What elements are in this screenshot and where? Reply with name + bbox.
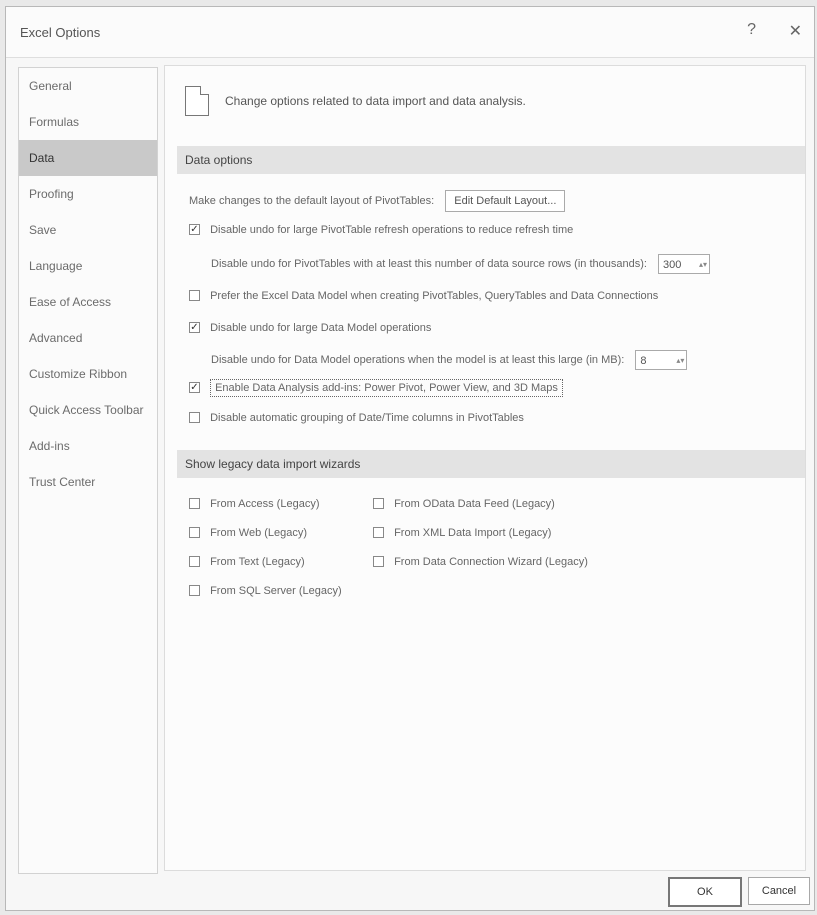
window-title: Excel Options (20, 25, 101, 40)
help-button[interactable]: ? (747, 21, 756, 39)
legacy-access-checkbox[interactable] (189, 497, 200, 509)
legacy-odata-checkbox[interactable] (373, 497, 384, 509)
sidebar-item-customize-ribbon[interactable]: Customize Ribbon (19, 356, 157, 392)
close-button[interactable]: ✕ (789, 21, 802, 41)
disable-grouping-row[interactable]: Disable automatic grouping of Date/Time … (189, 411, 524, 424)
legacy-sql-server-label: From SQL Server (Legacy) (210, 585, 342, 597)
sidebar-item-add-ins[interactable]: Add-ins (19, 428, 157, 464)
legacy-odata-label: From OData Data Feed (Legacy) (394, 498, 555, 510)
title-bar: Excel Options ? ✕ (6, 7, 814, 58)
edit-default-layout-button[interactable]: Edit Default Layout... (445, 190, 566, 212)
data-model-size-stepper[interactable]: 8 (635, 350, 688, 371)
sidebar-item-trust-center[interactable]: Trust Center (19, 464, 157, 500)
sidebar-item-language[interactable]: Language (19, 248, 157, 284)
legacy-web-checkbox[interactable] (189, 526, 200, 538)
data-model-size-row: Disable undo for Data Model operations w… (211, 350, 688, 371)
options-sidebar: General Formulas Data Proofing Save Lang… (18, 67, 158, 874)
legacy-web-label: From Web (Legacy) (210, 527, 308, 539)
legacy-text-label: From Text (Legacy) (210, 556, 305, 568)
default-layout-label: Make changes to the default layout of Pi… (189, 195, 435, 207)
cancel-button[interactable]: Cancel (748, 877, 810, 905)
sidebar-item-save[interactable]: Save (19, 212, 157, 248)
data-options-icon (185, 86, 209, 116)
page-description: Change options related to data import an… (225, 94, 526, 108)
sidebar-item-general[interactable]: General (19, 68, 157, 104)
pivot-rows-stepper[interactable]: 300 (658, 254, 711, 275)
sidebar-item-proofing[interactable]: Proofing (19, 176, 157, 212)
undo-pivot-checkbox[interactable] (189, 223, 200, 235)
data-model-size-label: Disable undo for Data Model operations w… (211, 353, 625, 366)
legacy-item-web[interactable]: From Web (Legacy) (189, 526, 308, 539)
legacy-sql-server-checkbox[interactable] (189, 584, 200, 596)
excel-options-dialog: Excel Options ? ✕ General Formulas Data … (5, 6, 815, 911)
undo-data-model-row[interactable]: Disable undo for large Data Model operat… (189, 321, 432, 334)
legacy-wizards-section-title: Show legacy data import wizards (177, 450, 805, 478)
sidebar-item-data[interactable]: Data (19, 140, 157, 176)
enable-addins-label: Enable Data Analysis add-ins: Power Pivo… (210, 379, 563, 397)
legacy-item-text[interactable]: From Text (Legacy) (189, 555, 305, 568)
undo-pivot-label: Disable undo for large PivotTable refres… (210, 224, 574, 236)
legacy-xml-label: From XML Data Import (Legacy) (394, 527, 552, 539)
legacy-access-label: From Access (Legacy) (210, 498, 320, 510)
disable-grouping-checkbox[interactable] (189, 411, 200, 423)
prefer-data-model-row[interactable]: Prefer the Excel Data Model when creatin… (189, 289, 659, 302)
default-layout-row: Make changes to the default layout of Pi… (189, 190, 566, 212)
legacy-item-odata[interactable]: From OData Data Feed (Legacy) (373, 497, 555, 510)
pivot-rows-row: Disable undo for PivotTables with at lea… (211, 254, 711, 275)
legacy-item-xml[interactable]: From XML Data Import (Legacy) (373, 526, 552, 539)
disable-grouping-label: Disable automatic grouping of Date/Time … (210, 412, 524, 424)
legacy-text-checkbox[interactable] (189, 555, 200, 567)
undo-data-model-checkbox[interactable] (189, 321, 200, 333)
pivot-rows-label: Disable undo for PivotTables with at lea… (211, 257, 647, 270)
legacy-item-sql-server[interactable]: From SQL Server (Legacy) (189, 584, 342, 597)
legacy-connection-wizard-label: From Data Connection Wizard (Legacy) (394, 556, 588, 568)
legacy-item-connection-wizard[interactable]: From Data Connection Wizard (Legacy) (373, 555, 588, 568)
sidebar-item-formulas[interactable]: Formulas (19, 104, 157, 140)
options-content: Change options related to data import an… (164, 65, 806, 871)
ok-button[interactable]: OK (668, 877, 742, 907)
sidebar-item-quick-access-toolbar[interactable]: Quick Access Toolbar (19, 392, 157, 428)
sidebar-item-ease-of-access[interactable]: Ease of Access (19, 284, 157, 320)
legacy-item-access[interactable]: From Access (Legacy) (189, 497, 320, 510)
undo-data-model-label: Disable undo for large Data Model operat… (210, 322, 432, 334)
legacy-xml-checkbox[interactable] (373, 526, 384, 538)
enable-addins-row[interactable]: Enable Data Analysis add-ins: Power Pivo… (189, 379, 563, 397)
sidebar-item-advanced[interactable]: Advanced (19, 320, 157, 356)
legacy-connection-wizard-checkbox[interactable] (373, 555, 384, 567)
prefer-data-model-checkbox[interactable] (189, 289, 200, 301)
data-options-section-title: Data options (177, 146, 805, 174)
prefer-data-model-label: Prefer the Excel Data Model when creatin… (210, 290, 659, 302)
enable-addins-checkbox[interactable] (189, 381, 200, 393)
undo-pivot-row[interactable]: Disable undo for large PivotTable refres… (189, 223, 574, 236)
